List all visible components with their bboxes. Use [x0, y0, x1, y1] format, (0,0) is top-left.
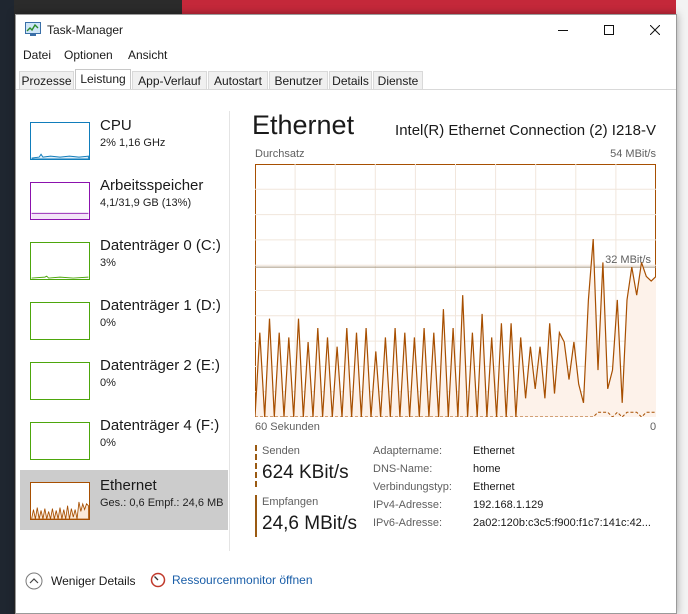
chevron-up-icon [25, 572, 43, 590]
sidebar-item-value: 0% [100, 377, 116, 389]
fewer-details-label: Weniger Details [51, 574, 136, 588]
minimize-button[interactable] [540, 15, 586, 45]
background-window-strip [182, 0, 688, 14]
resource-sidebar: CPU 2% 1,16 GHz Arbeitsspeicher 4,1/31,9… [16, 90, 228, 555]
minimize-icon [558, 30, 568, 31]
window-title: Task-Manager [47, 23, 124, 37]
sidebar-item-value: 3% [100, 257, 116, 269]
menu-datei[interactable]: Datei [23, 48, 51, 62]
resource-monitor-link[interactable]: Ressourcenmonitor öffnen [150, 572, 313, 588]
detail-label: IPv6-Adresse: [373, 517, 443, 529]
tab-dienste[interactable]: Dienste [373, 71, 423, 89]
background-window [676, 0, 688, 614]
menu-ansicht[interactable]: Ansicht [128, 48, 167, 62]
maximize-icon [604, 25, 614, 35]
sidebar-item-disk-2[interactable]: Datenträger 2 (E:) 0% [20, 350, 228, 410]
receive-value: 24,6 MBit/s [262, 513, 358, 534]
detail-value: Ethernet [473, 445, 515, 457]
close-icon [650, 25, 660, 35]
tab-leistung[interactable]: Leistung [75, 69, 131, 89]
sidebar-item-disk-0[interactable]: Datenträger 0 (C:) 3% [20, 230, 228, 290]
mid-scale-label: 32 MBit/s [605, 254, 651, 266]
disk-2-thumbnail-graph [30, 362, 90, 400]
maximize-button[interactable] [586, 15, 632, 45]
sidebar-item-memory[interactable]: Arbeitsspeicher 4,1/31,9 GB (13%) [20, 170, 228, 230]
task-manager-icon [25, 22, 41, 36]
send-legend-marker [255, 445, 257, 487]
disk-4-thumbnail-graph [30, 422, 90, 460]
page-title: Ethernet [252, 110, 355, 140]
sidebar-item-label: Datenträger 1 (D:) [100, 297, 221, 314]
tab-app-verlauf[interactable]: App-Verlauf [132, 71, 207, 89]
throughput-graph: 32 MBit/s [255, 164, 656, 417]
detail-value: 192.168.1.129 [473, 499, 544, 511]
sidebar-item-value: 0% [100, 317, 116, 329]
sidebar-item-value: 0% [100, 437, 116, 449]
detail-label: DNS-Name: [373, 463, 433, 475]
sidebar-item-value: Ges.: 0,6 Empf.: 24,6 MB [100, 497, 224, 509]
throughput-label: Durchsatz [255, 148, 305, 160]
sidebar-item-label: Ethernet [100, 477, 157, 494]
disk-1-thumbnail-graph [30, 302, 90, 340]
title-bar: Task-Manager [16, 15, 676, 45]
close-button[interactable] [632, 15, 678, 45]
receive-legend-marker [255, 495, 257, 537]
memory-thumbnail-graph [30, 182, 90, 220]
tab-benutzer[interactable]: Benutzer [269, 71, 328, 89]
disk-0-thumbnail-graph [30, 242, 90, 280]
detail-value: home [473, 463, 501, 475]
tab-prozesse[interactable]: Prozesse [19, 71, 74, 89]
ethernet-thumbnail-graph [30, 482, 90, 520]
send-value: 624 KBit/s [262, 462, 349, 483]
time-zero-label: 0 [650, 421, 657, 433]
sidebar-item-label: CPU [100, 117, 132, 134]
adapter-name: Intel(R) Ethernet Connection (2) I218-V [395, 122, 656, 139]
sidebar-item-disk-4[interactable]: Datenträger 4 (F:) 0% [20, 410, 228, 470]
send-label: Senden [262, 445, 300, 457]
desktop-background [0, 0, 14, 614]
fewer-details-button[interactable]: Weniger Details [25, 572, 135, 590]
time-range-label: 60 Sekunden [255, 421, 320, 433]
sidebar-item-label: Datenträger 0 (C:) [100, 237, 221, 254]
sidebar-item-label: Datenträger 4 (F:) [100, 417, 220, 434]
max-scale-label: 54 MBit/s [610, 148, 656, 160]
panel-divider [229, 111, 230, 551]
sidebar-item-cpu[interactable]: CPU 2% 1,16 GHz [20, 110, 228, 170]
resource-monitor-label: Ressourcenmonitor öffnen [172, 573, 313, 587]
sidebar-item-value: 4,1/31,9 GB (13%) [100, 197, 192, 209]
sidebar-item-label: Datenträger 2 (E:) [100, 357, 221, 374]
cpu-thumbnail-graph [30, 122, 90, 160]
detail-value: 2a02:120b:c3c5:f900:f1c7:141c:42... [473, 517, 651, 529]
sidebar-item-disk-1[interactable]: Datenträger 1 (D:) 0% [20, 290, 228, 350]
receive-label: Empfangen [262, 496, 319, 508]
task-manager-window: Task-Manager Datei Optionen Ansicht Proz… [15, 14, 677, 614]
sidebar-item-ethernet[interactable]: Ethernet Ges.: 0,6 Empf.: 24,6 MB [20, 470, 228, 530]
detail-label: Verbindungstyp: [373, 481, 452, 493]
tab-autostart[interactable]: Autostart [208, 71, 268, 89]
detail-label: IPv4-Adresse: [373, 499, 443, 511]
tab-details[interactable]: Details [329, 71, 372, 89]
resource-monitor-icon [150, 572, 166, 588]
sidebar-item-label: Arbeitsspeicher [100, 177, 204, 194]
menu-optionen[interactable]: Optionen [64, 48, 113, 62]
sidebar-item-value: 2% 1,16 GHz [100, 137, 166, 149]
detail-label: Adaptername: [373, 445, 443, 457]
detail-value: Ethernet [473, 481, 515, 493]
